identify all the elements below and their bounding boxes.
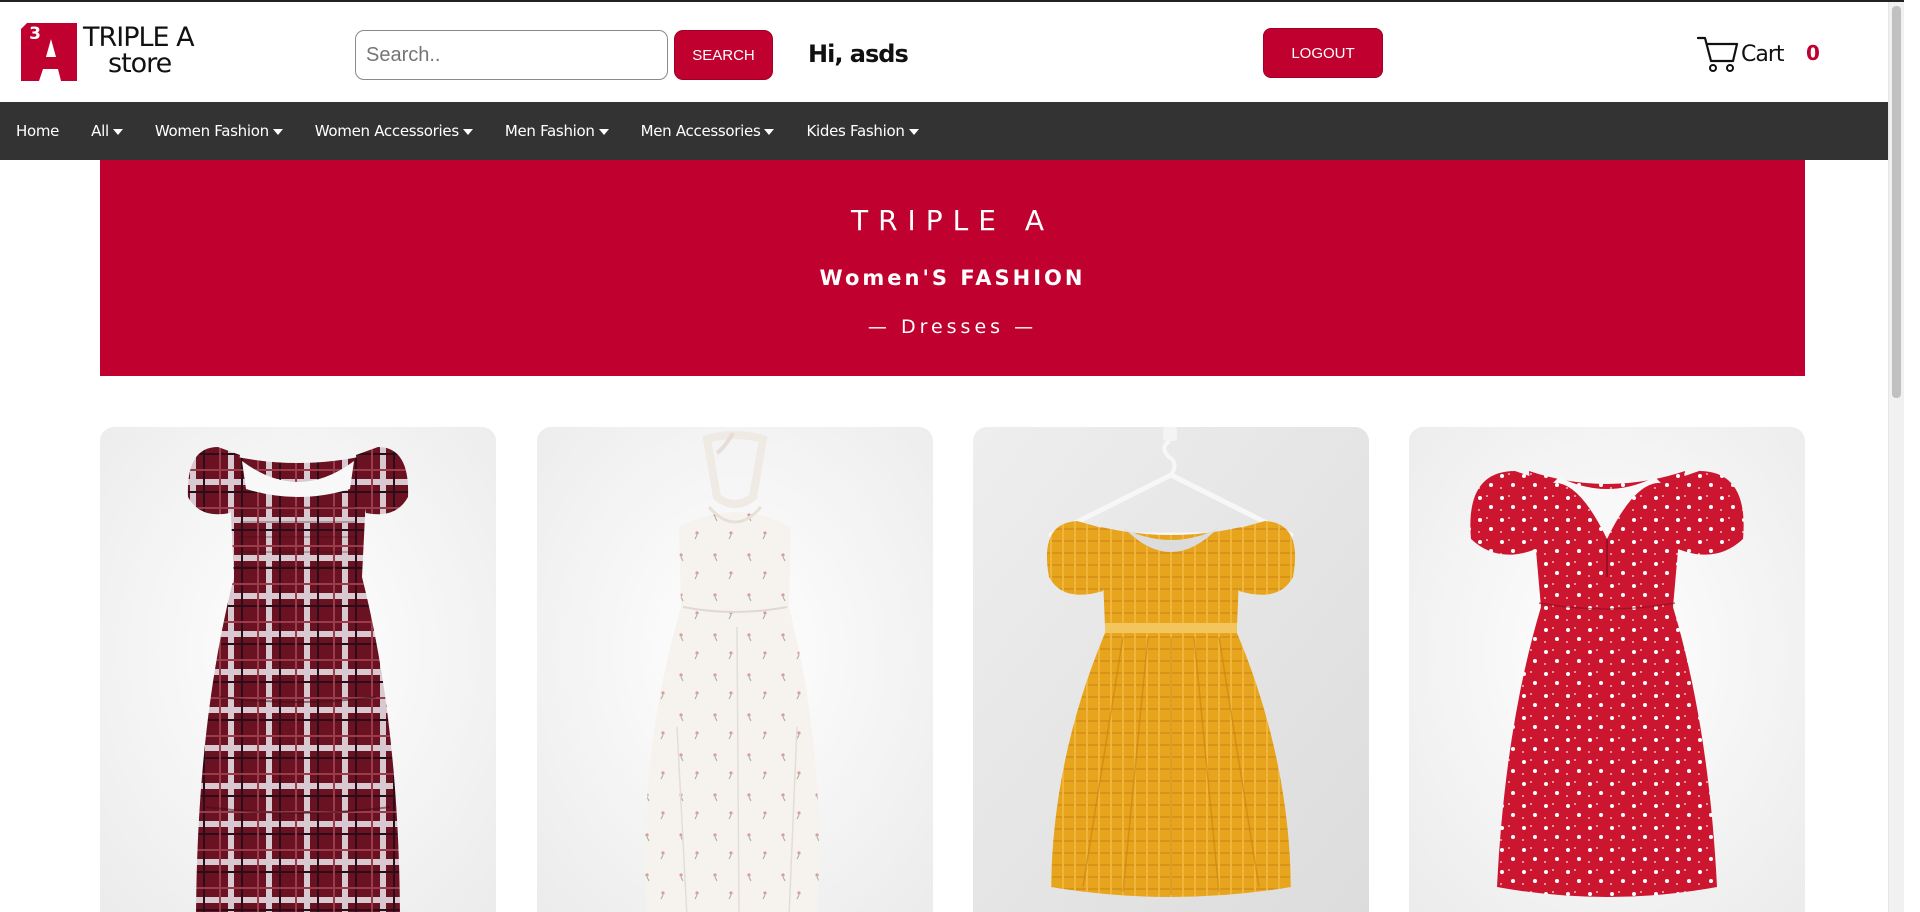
cart-count-badge: 0 <box>1806 41 1820 65</box>
page-scrollbar[interactable] <box>1888 2 1904 912</box>
nav-item-men-fashion[interactable]: Men Fashion <box>489 102 625 160</box>
logo-text: TRIPLE A store <box>83 24 195 79</box>
nav-item-label: Home <box>16 122 60 140</box>
nav-item-women-fashion[interactable]: Women Fashion <box>139 102 299 160</box>
nav-item-label: Women Fashion <box>154 122 269 140</box>
nav-item-label: Women Accessories <box>314 122 459 140</box>
nav-item-label: All <box>91 122 109 140</box>
caret-down-icon <box>462 129 473 135</box>
logout-button[interactable]: LOGOUT <box>1263 28 1383 78</box>
header: 3 TRIPLE A store SEARCH Hi, asds LOGOUT … <box>0 2 1904 102</box>
product-card-plaid-dress[interactable] <box>100 427 496 912</box>
product-card-yellow-dress[interactable] <box>973 427 1369 912</box>
nav-item-label: Kides Fashion <box>806 122 905 140</box>
user-greeting: Hi, asds <box>808 40 909 68</box>
caret-down-icon <box>598 129 609 135</box>
caret-down-icon <box>908 129 919 135</box>
product-image-yellow-dress[interactable] <box>973 427 1369 912</box>
logo-line2: store <box>108 48 172 79</box>
store-logo[interactable]: 3 TRIPLE A store <box>21 21 195 81</box>
nav-item-label: Men Fashion <box>504 122 595 140</box>
search-input[interactable] <box>355 30 668 80</box>
main-nav: Home All Women Fashion Women Accessories… <box>0 102 1904 160</box>
category-banner: TRIPLE A Women'S FASHION — Dresses — <box>100 160 1805 376</box>
cart-label: Cart <box>1741 41 1785 67</box>
logo-mark-icon: 3 <box>21 21 79 81</box>
caret-down-icon <box>764 129 775 135</box>
cart-link[interactable]: Cart <box>1697 32 1785 76</box>
product-card-red-floral-dress[interactable] <box>1409 427 1805 912</box>
nav-item-home[interactable]: Home <box>0 102 75 160</box>
nav-item-men-accessories[interactable]: Men Accessories <box>625 102 791 160</box>
banner-category: — Dresses — <box>867 316 1038 338</box>
product-image-red-floral-dress[interactable] <box>1409 427 1805 912</box>
cart-icon <box>1697 36 1739 72</box>
banner-subtitle: Women'S FASHION <box>819 266 1086 290</box>
caret-down-icon <box>112 129 123 135</box>
product-image-white-halter-dress[interactable] <box>537 427 933 912</box>
nav-item-women-accessories[interactable]: Women Accessories <box>299 102 489 160</box>
nav-item-all[interactable]: All <box>75 102 139 160</box>
page: 3 TRIPLE A store SEARCH Hi, asds LOGOUT … <box>0 0 1904 912</box>
banner-title: TRIPLE A <box>850 204 1055 237</box>
caret-down-icon <box>272 129 283 135</box>
product-card-white-halter-dress[interactable] <box>537 427 933 912</box>
search-button[interactable]: SEARCH <box>674 30 773 80</box>
product-image-plaid-dress[interactable] <box>100 427 496 912</box>
svg-text:3: 3 <box>29 24 41 44</box>
scrollbar-thumb[interactable] <box>1892 6 1901 398</box>
nav-item-kids-fashion[interactable]: Kides Fashion <box>790 102 934 160</box>
nav-item-label: Men Accessories <box>640 122 761 140</box>
